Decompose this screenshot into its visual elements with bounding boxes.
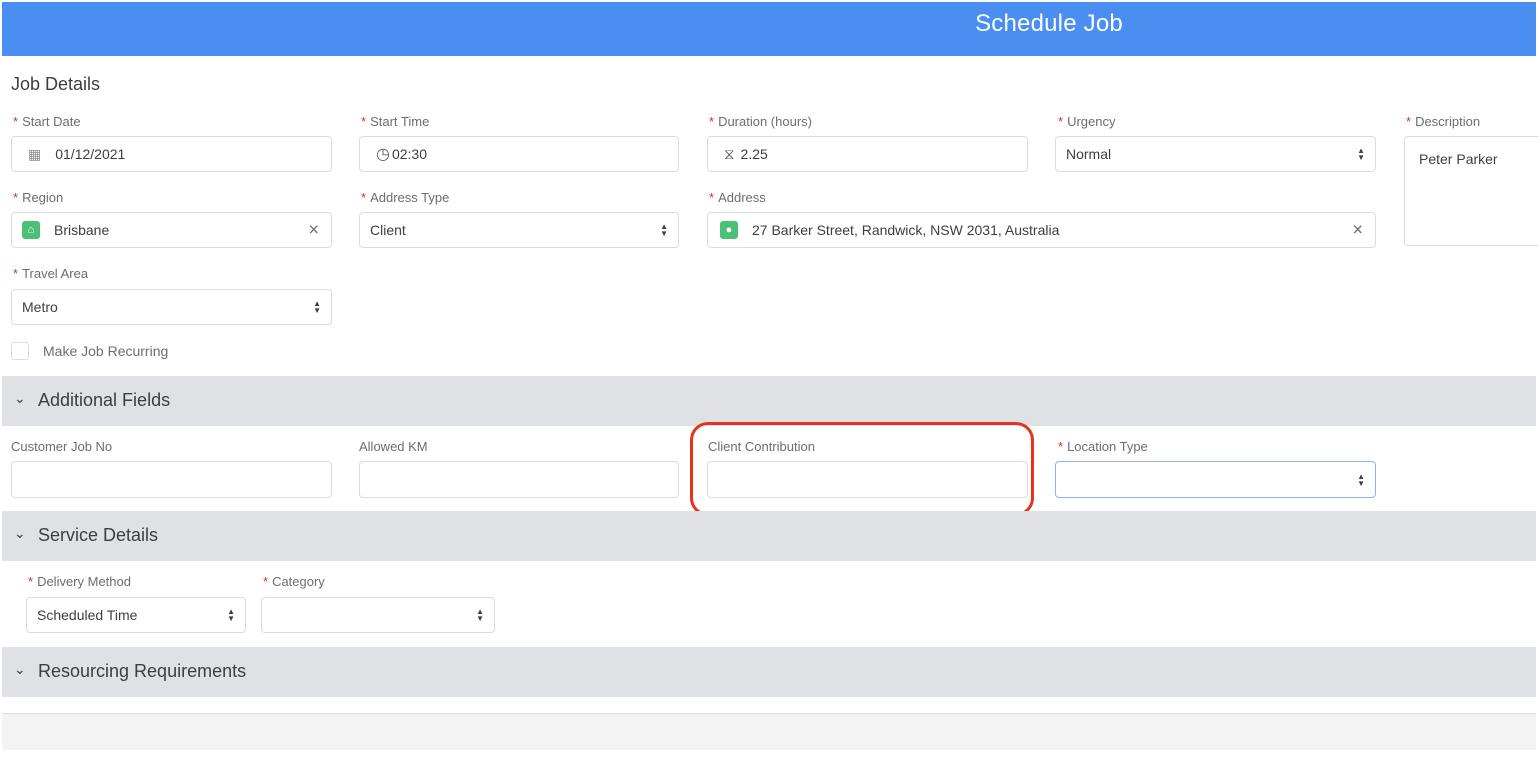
start-time-label: * Start Time bbox=[361, 114, 430, 129]
select-arrows-icon: ▲ ▼ bbox=[227, 607, 235, 623]
location-type-label: * Location Type bbox=[1058, 439, 1148, 454]
address-type-value: Client bbox=[370, 222, 406, 238]
resourcing-requirements-title: Resourcing Requirements bbox=[38, 661, 247, 681]
chevron-down-icon: ⌄ bbox=[14, 661, 26, 677]
delivery-method-value: Scheduled Time bbox=[37, 607, 138, 623]
urgency-select[interactable]: Normal ▲ ▼ bbox=[1055, 136, 1376, 172]
job-details-title: Job Details bbox=[11, 74, 101, 94]
clock-icon: ◷ bbox=[376, 146, 390, 163]
footer-strip bbox=[2, 713, 1536, 750]
category-select[interactable]: ▲ ▼ bbox=[261, 597, 495, 633]
description-label: * Description bbox=[1406, 114, 1481, 129]
chevron-down-icon: ⌄ bbox=[14, 525, 26, 541]
select-arrows-icon: ▲ ▼ bbox=[476, 607, 484, 623]
resourcing-requirements-header[interactable]: ⌄ Resourcing Requirements bbox=[2, 647, 1536, 697]
allowed-km-label: Allowed KM bbox=[359, 439, 428, 454]
duration-value: 2.25 bbox=[740, 146, 768, 162]
location-pin-icon: ● bbox=[720, 221, 738, 239]
service-details-header[interactable]: ⌄ Service Details bbox=[2, 511, 1536, 561]
address-type-select[interactable]: Client ▲ ▼ bbox=[359, 212, 679, 248]
page-title: Schedule Job bbox=[975, 10, 1123, 37]
region-lookup[interactable]: ⌂ Brisbane × bbox=[11, 212, 332, 248]
start-date-value: 01/12/2021 bbox=[55, 146, 126, 162]
region-value: Brisbane bbox=[54, 222, 110, 238]
annotation-highlight bbox=[690, 422, 1034, 516]
travel-area-select[interactable]: Metro ▲ ▼ bbox=[11, 289, 332, 325]
delivery-method-label: * Delivery Method bbox=[28, 574, 131, 589]
location-type-select[interactable]: ▲ ▼ bbox=[1055, 461, 1376, 498]
additional-fields-header[interactable]: ⌄ Additional Fields bbox=[2, 376, 1536, 426]
hourglass-icon: ⧖ bbox=[724, 145, 735, 163]
select-arrows-icon: ▲ ▼ bbox=[313, 299, 321, 315]
duration-field[interactable]: ⧖ 2.25 bbox=[707, 136, 1028, 172]
region-clear-icon[interactable]: × bbox=[308, 220, 319, 241]
address-lookup[interactable]: ● 27 Barker Street, Randwick, NSW 2031, … bbox=[707, 212, 1376, 248]
travel-area-value: Metro bbox=[22, 299, 58, 315]
urgency-value: Normal bbox=[1066, 146, 1112, 162]
recurring-label: Make Job Recurring bbox=[43, 343, 169, 359]
calendar-icon: ▦ bbox=[28, 145, 42, 162]
region-label: * Region bbox=[13, 190, 64, 205]
start-date-field[interactable]: ▦ 01/12/2021 bbox=[11, 136, 332, 172]
urgency-label: * Urgency bbox=[1058, 114, 1116, 129]
address-clear-icon[interactable]: × bbox=[1352, 220, 1363, 241]
address-label: * Address bbox=[709, 190, 766, 205]
description-value: Peter Parker bbox=[1419, 151, 1498, 167]
recurring-checkbox[interactable] bbox=[11, 342, 29, 360]
start-time-value: 02:30 bbox=[391, 146, 428, 162]
chevron-down-icon: ⌄ bbox=[14, 390, 26, 406]
start-time-field[interactable]: ◷ 02:30 bbox=[359, 136, 679, 172]
address-type-label: * Address Type bbox=[361, 190, 450, 205]
customer-job-no-input[interactable] bbox=[11, 461, 332, 498]
address-value: 27 Barker Street, Randwick, NSW 2031, Au… bbox=[752, 222, 1060, 238]
region-lookup-icon: ⌂ bbox=[22, 221, 40, 239]
additional-fields-title: Additional Fields bbox=[38, 390, 171, 410]
start-date-label: * Start Date bbox=[13, 114, 81, 129]
select-arrows-icon: ▲ ▼ bbox=[660, 222, 668, 238]
select-arrows-icon: ▲ ▼ bbox=[1357, 146, 1365, 162]
header-bar: Schedule Job bbox=[2, 2, 1536, 56]
select-arrows-icon: ▲ ▼ bbox=[1357, 471, 1365, 488]
delivery-method-select[interactable]: Scheduled Time ▲ ▼ bbox=[26, 597, 246, 633]
category-label: * Category bbox=[263, 574, 325, 589]
allowed-km-input[interactable] bbox=[359, 461, 679, 498]
travel-area-label: * Travel Area bbox=[13, 266, 89, 281]
description-textarea[interactable]: Peter Parker bbox=[1404, 136, 1538, 246]
customer-job-no-label: Customer Job No bbox=[11, 439, 113, 454]
duration-label: * Duration (hours) bbox=[709, 114, 812, 129]
service-details-title: Service Details bbox=[38, 525, 159, 545]
